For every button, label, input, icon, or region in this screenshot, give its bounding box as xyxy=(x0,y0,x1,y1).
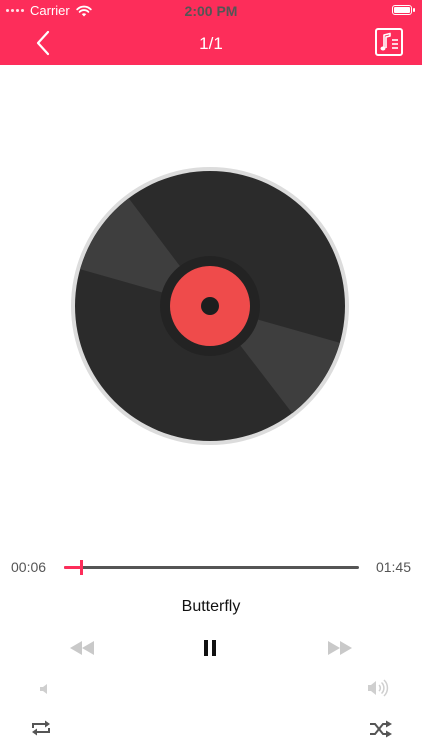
volume-down-button[interactable] xyxy=(38,682,50,700)
track-index-title: 1/1 xyxy=(199,34,223,53)
pause-icon xyxy=(204,640,216,656)
volume-up-button[interactable] xyxy=(366,678,390,703)
progress-slider[interactable] xyxy=(64,560,359,575)
repeat-icon xyxy=(32,720,50,736)
rewind-icon xyxy=(70,641,94,655)
fast-forward-button[interactable] xyxy=(326,639,354,662)
speaker-high-icon xyxy=(368,679,389,697)
fast-forward-icon xyxy=(328,641,352,655)
music-list-icon xyxy=(375,28,403,56)
status-time: 2:00 PM xyxy=(184,3,238,19)
shuffle-button[interactable] xyxy=(369,720,393,743)
progress-thumb[interactable] xyxy=(79,560,83,575)
progress-played xyxy=(64,566,81,569)
battery-icon xyxy=(392,5,415,15)
rewind-button[interactable] xyxy=(68,639,96,662)
top-bar: Carrier 2:00 PM 1/1 xyxy=(0,0,422,65)
record-spindle-hole xyxy=(201,297,219,315)
shuffle-icon xyxy=(370,720,392,738)
playlist-button[interactable] xyxy=(374,27,404,57)
vinyl-record-artwork xyxy=(71,167,349,445)
status-bar: Carrier 2:00 PM xyxy=(0,0,422,22)
pause-button[interactable] xyxy=(201,637,219,664)
current-time: 00:06 xyxy=(11,559,47,575)
speaker-low-icon xyxy=(40,684,47,694)
total-time: 01:45 xyxy=(375,559,411,575)
navigation-bar: 1/1 xyxy=(0,22,422,65)
repeat-button[interactable] xyxy=(30,719,52,742)
song-title: Butterfly xyxy=(181,598,241,615)
